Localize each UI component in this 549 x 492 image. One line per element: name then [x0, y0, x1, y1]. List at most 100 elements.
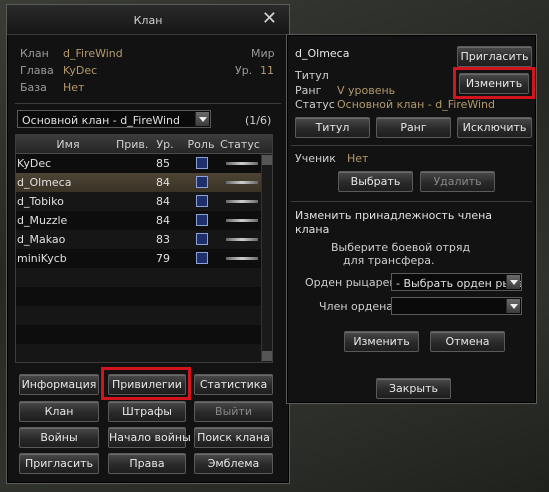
member-level: 79	[156, 252, 170, 265]
member-level: 83	[156, 233, 170, 246]
rank-value: V уровень	[337, 84, 396, 97]
member-level: 84	[156, 195, 170, 208]
member-name: d_Muzzle	[17, 214, 68, 227]
member-level: 84	[156, 214, 170, 227]
highlight-box	[453, 67, 535, 99]
close-button[interactable]: Закрыть	[376, 378, 451, 399]
table-row-empty	[16, 287, 262, 306]
col-priv[interactable]: Прив.	[116, 138, 148, 151]
table-row[interactable]: d_Muzzle 84	[16, 211, 262, 230]
status-icon	[226, 257, 258, 260]
col-status[interactable]: Статус	[220, 138, 260, 151]
col-name[interactable]: Имя	[46, 138, 90, 151]
table-row[interactable]: d_Makao 83	[16, 230, 262, 249]
wars-button[interactable]: Войны	[19, 427, 99, 448]
status-icon	[226, 181, 258, 184]
chevron-down-icon[interactable]	[506, 299, 520, 313]
affiliation-heading: Изменить принадлежность члена клана	[295, 209, 493, 236]
order-select-value: - Выбрать орден рыцарей	[396, 277, 521, 290]
scroll-down-icon[interactable]	[262, 351, 272, 361]
start-war-button[interactable]: Начало войны	[108, 427, 191, 448]
table-row-empty	[16, 306, 262, 325]
set-title-button[interactable]: Титул	[295, 117, 370, 138]
divider	[291, 145, 532, 146]
table-row[interactable]: miniKycb 79	[16, 249, 262, 268]
student-value: Нет	[347, 152, 369, 165]
close-icon[interactable]: ✕	[262, 9, 277, 29]
invite-button[interactable]: Пригласить	[19, 453, 99, 474]
staff-icon	[196, 252, 208, 264]
member-name: miniKycb	[17, 252, 67, 265]
delete-student-button[interactable]: Удалить	[420, 171, 495, 192]
level-value: 11	[260, 64, 274, 77]
col-level[interactable]: Ур.	[152, 138, 178, 151]
chevron-down-icon[interactable]	[506, 275, 520, 289]
penalties-button[interactable]: Штрафы	[108, 401, 186, 422]
crossed-swords-icon	[196, 176, 208, 188]
member-panel: d_Olmeca Пригласить Титул Изменить Ранг …	[286, 34, 537, 404]
table-row-empty	[16, 344, 262, 362]
title-label: Титул	[295, 69, 329, 82]
sword-icon	[196, 157, 208, 169]
staff-icon	[196, 195, 208, 207]
status-icon	[226, 200, 258, 203]
divider	[15, 103, 281, 104]
shield-icon	[196, 233, 208, 245]
info-button[interactable]: Информация	[19, 374, 99, 395]
status-value: Основной клан - d_FireWind	[337, 98, 496, 111]
table-row[interactable]: d_Tobiko 84	[16, 192, 262, 211]
change-affiliation-button[interactable]: Изменить	[344, 331, 419, 352]
rights-button[interactable]: Права	[108, 453, 186, 474]
clan-value: d_FireWind	[63, 47, 123, 60]
table-header: Имя Прив. Ур. Роль Статус	[16, 135, 272, 154]
member-name: d_Olmeca	[17, 176, 72, 189]
clan-button[interactable]: Клан	[19, 401, 99, 422]
member-name: d_Makao	[17, 233, 66, 246]
clan-window-titlebar[interactable]: Клан ✕	[7, 5, 289, 35]
clan-window-title: Клан	[133, 14, 163, 27]
level-label: Ур.	[235, 64, 253, 77]
staff-icon	[196, 214, 208, 226]
kick-button[interactable]: Исключить	[457, 117, 532, 138]
cancel-button[interactable]: Отмена	[430, 331, 505, 352]
choose-student-button[interactable]: Выбрать	[338, 171, 413, 192]
affiliation-hint-2: для трансфера.	[343, 254, 435, 267]
divider	[291, 201, 532, 202]
emblem-button[interactable]: Эмблема	[194, 453, 273, 474]
member-select[interactable]	[391, 297, 522, 315]
order-label: Орден рыцарей:	[305, 276, 401, 289]
rank-label: Ранг	[295, 84, 322, 97]
members-table: Имя Прив. Ур. Роль Статус KyDec 85 d_Olm…	[15, 134, 273, 363]
clan-window: Клан ✕ Клан d_FireWind Мир Глава KyDec У…	[6, 4, 290, 484]
search-clan-button[interactable]: Поиск клана	[194, 427, 273, 448]
affiliation-hint-1: Выберите боевой отряд	[331, 241, 471, 254]
col-role[interactable]: Роль	[186, 138, 216, 151]
table-scrollbar[interactable]	[261, 154, 272, 362]
status-icon	[226, 238, 258, 241]
base-value: Нет	[63, 81, 85, 94]
subclan-select[interactable]: Основной клан - d_FireWind	[17, 110, 211, 128]
world-label: Мир	[251, 47, 275, 60]
base-label: База	[20, 81, 47, 94]
highlight-box	[101, 367, 191, 400]
table-row[interactable]: d_Olmeca 84	[16, 173, 262, 192]
scroll-up-icon[interactable]	[262, 155, 272, 165]
member-name-heading: d_Olmeca	[295, 47, 350, 60]
order-select[interactable]: - Выбрать орден рыцарей	[391, 273, 522, 291]
table-row[interactable]: KyDec 85	[16, 154, 262, 173]
set-rank-button[interactable]: Ранг	[376, 117, 451, 138]
leader-label: Глава	[20, 64, 54, 77]
member-name: d_Tobiko	[17, 195, 64, 208]
status-icon	[226, 162, 258, 165]
table-row-empty	[16, 325, 262, 344]
member-name: KyDec	[17, 157, 52, 170]
status-label: Статус	[295, 98, 335, 111]
member-level: 84	[156, 176, 170, 189]
leave-button[interactable]: Выйти	[194, 401, 273, 422]
clan-label: Клан	[20, 47, 49, 60]
chevron-down-icon[interactable]	[195, 112, 209, 126]
member-label: Член ордена:	[319, 300, 397, 313]
member-invite-button[interactable]: Пригласить	[457, 46, 532, 67]
page-counter: (1/6)	[245, 114, 272, 127]
statistics-button[interactable]: Статистика	[194, 374, 273, 395]
